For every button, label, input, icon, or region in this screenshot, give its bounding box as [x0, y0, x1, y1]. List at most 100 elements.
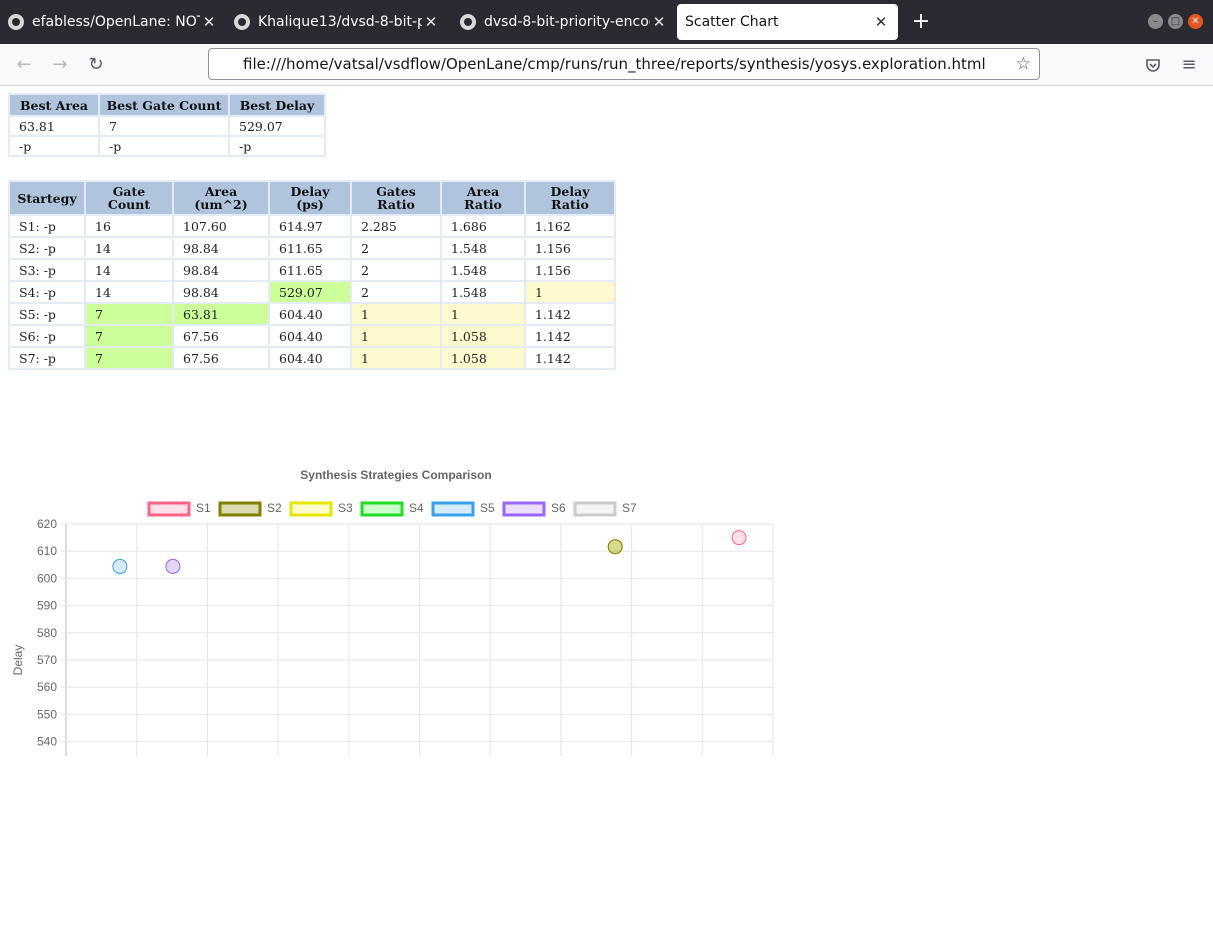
legend-swatch [289, 501, 333, 517]
close-tab-icon[interactable]: ✕ [650, 13, 668, 31]
strategy-cell: 529.07 [270, 282, 350, 302]
strategy-cell: 14 [86, 238, 172, 258]
strategy-header-cell: Area Ratio [442, 182, 524, 214]
close-tab-icon[interactable]: ✕ [872, 13, 890, 31]
strategy-header-cell: Gate Count [86, 182, 172, 214]
github-icon [8, 14, 24, 30]
strategy-header-cell: Delay Ratio [526, 182, 614, 214]
reload-icon[interactable]: ↻ [84, 53, 108, 77]
back-arrow-icon[interactable]: ← [12, 53, 36, 77]
close-tab-icon[interactable]: ✕ [422, 13, 440, 31]
maximize-window-button[interactable]: □ [1168, 14, 1183, 29]
strategy-header-cell: Area (um^2) [174, 182, 268, 214]
strategy-cell: 2.285 [352, 216, 440, 236]
data-point-s5 [112, 558, 128, 574]
legend-label: S1 [196, 501, 211, 515]
strategy-cell: S3: -p [10, 260, 84, 280]
legend-label: S3 [338, 501, 353, 515]
tab-openlane[interactable]: efabless/OpenLane: NOT ✕ [8, 0, 218, 44]
header-line: Startegy [17, 190, 77, 206]
legend-label: S4 [409, 501, 424, 515]
summary-cell: 7 [100, 117, 228, 135]
strategy-cell: 1 [352, 304, 440, 324]
strategy-cell: 604.40 [270, 348, 350, 368]
tab-priority-encoder[interactable]: dvsd-8-bit-priority-encode ✕ [460, 0, 668, 44]
tab-khalique13-repo[interactable]: Khalique13/dvsd-8-bit-pri ✕ [234, 0, 440, 44]
address-bar[interactable]: file:///home/vatsal/vsdflow/OpenLane/cmp… [208, 48, 1040, 80]
summary-cell: -p [100, 137, 228, 155]
strategy-cell: 67.56 [174, 326, 268, 346]
data-point-s1 [731, 530, 747, 546]
close-window-button[interactable]: ✕ [1188, 14, 1203, 29]
strategy-cell: 14 [86, 282, 172, 302]
legend-label: S6 [551, 501, 566, 515]
strategy-cell: 1.162 [526, 216, 614, 236]
url-text[interactable]: file:///home/vatsal/vsdflow/OpenLane/cmp… [243, 49, 986, 79]
strategy-cell: S5: -p [10, 304, 84, 324]
strategy-cell: 1.548 [442, 238, 524, 258]
y-tick-label: 600 [37, 571, 57, 585]
bookmark-star-icon[interactable]: ☆ [1016, 54, 1031, 74]
strategy-cell: 604.40 [270, 326, 350, 346]
forward-arrow-icon[interactable]: → [48, 53, 72, 77]
data-point-s2 [607, 539, 623, 555]
strategy-cell: 1.142 [526, 326, 614, 346]
strategy-cell: 604.40 [270, 304, 350, 324]
strategy-cell: 2 [352, 282, 440, 302]
strategy-cell: 63.81 [174, 304, 268, 324]
summary-cell: -p [230, 137, 324, 155]
strategy-cell: 1 [526, 282, 614, 302]
legend-swatch [218, 501, 262, 517]
strategy-cell: 67.56 [174, 348, 268, 368]
legend-swatch [431, 501, 475, 517]
strategy-cell: 1.156 [526, 238, 614, 258]
summary-header-cell: Best Gate Count [100, 95, 228, 115]
header-line: Ratio [464, 197, 502, 212]
strategy-cell: 1.142 [526, 348, 614, 368]
strategy-cell: 1.548 [442, 282, 524, 302]
header-line: (ps) [296, 197, 324, 212]
data-point-s6 [165, 558, 181, 574]
strategy-row: S4: -p 14 98.84 529.07 2 1.548 1 [10, 282, 614, 302]
strategy-header-cell: Startegy [10, 182, 84, 214]
strategy-header-cell: Gates Ratio [352, 182, 440, 214]
y-tick-label: 590 [37, 599, 57, 613]
strategy-cell: S6: -p [10, 326, 84, 346]
strategy-cell: 98.84 [174, 260, 268, 280]
strategy-cell: 1.142 [526, 304, 614, 324]
legend-label: S2 [267, 501, 282, 515]
tab-scatter-chart[interactable]: Scatter Chart ✕ [677, 4, 898, 40]
strategy-cell: 1.058 [442, 348, 524, 368]
report-page: Best Area Best Gate Count Best Delay 63.81… [0, 86, 1213, 933]
scatter-chart: Synthesis Strategies Comparison S1 S2 S3 S4 S… [11, 468, 774, 756]
navigation-toolbar: ← → ↻ file:///home/vatsal/vsdflow/OpenLa… [0, 44, 1213, 86]
y-tick-label: 610 [37, 544, 57, 558]
strategy-row: S1: -p 16 107.60 614.97 2.285 1.686 1.162 [10, 216, 614, 236]
hamburger-menu-icon[interactable]: ≡ [1177, 53, 1201, 77]
strategy-cell: 1 [352, 326, 440, 346]
strategy-cell: 2 [352, 238, 440, 258]
close-tab-icon[interactable]: ✕ [200, 13, 218, 31]
legend-label: S5 [480, 501, 495, 515]
legend-swatch [360, 501, 404, 517]
strategy-cell: S2: -p [10, 238, 84, 258]
pocket-icon[interactable] [1141, 53, 1165, 77]
strategy-cell: 1.548 [442, 260, 524, 280]
legend-swatch [573, 501, 617, 517]
y-tick-label: 620 [37, 517, 57, 531]
strategy-cell: S7: -p [10, 348, 84, 368]
strategy-row: S6: -p 7 67.56 604.40 1 1.058 1.142 [10, 326, 614, 346]
tab-label: Khalique13/dvsd-8-bit-pri [258, 14, 422, 30]
header-line: Ratio [551, 197, 589, 212]
strategy-cell: 1.058 [442, 326, 524, 346]
strategy-cell: 7 [86, 304, 172, 324]
strategy-cell: 614.97 [270, 216, 350, 236]
summary-cell: 529.07 [230, 117, 324, 135]
tab-label: Scatter Chart [685, 14, 779, 30]
strategy-row: S2: -p 14 98.84 611.65 2 1.548 1.156 [10, 238, 614, 258]
strategy-cell: 1.156 [526, 260, 614, 280]
minimize-window-button[interactable]: – [1148, 14, 1163, 29]
y-tick-label: 570 [37, 653, 57, 667]
new-tab-button[interactable]: + [910, 11, 932, 33]
summary-row: 63.81 7 529.07 [10, 117, 324, 135]
